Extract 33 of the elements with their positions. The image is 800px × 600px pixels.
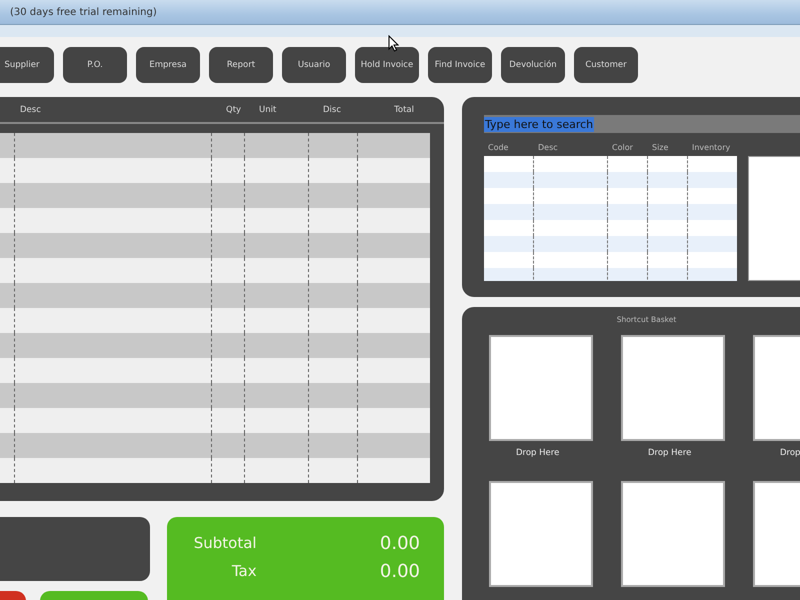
column-header: Size [651, 143, 670, 154]
toolbar-button[interactable]: Empresa [136, 47, 200, 83]
total-value: 0.00 [378, 560, 420, 582]
tile-label: Drop Here [516, 448, 560, 458]
column-header: Unit [258, 104, 278, 114]
cursor-icon [388, 35, 399, 52]
toolbar-button[interactable]: Customer [574, 47, 638, 83]
total-value: 0.00 [378, 532, 420, 554]
column-header: Qty [225, 104, 242, 114]
column-header: Color [611, 143, 634, 154]
drop-tile[interactable] [489, 335, 593, 441]
window-title: (30 days free trial remaining) [10, 6, 157, 18]
tile-label: Drop [780, 448, 800, 458]
column-header: Desc [19, 104, 42, 114]
column-header: Inventory [691, 143, 732, 154]
toolbar-button[interactable]: Supplier [0, 47, 54, 83]
search-field[interactable]: Type here to search [484, 115, 800, 133]
drop-tile[interactable] [621, 481, 725, 587]
total-label: Subtotal [192, 534, 257, 552]
drop-tile[interactable] [621, 335, 725, 441]
total-label: Tax [230, 562, 257, 580]
column-header: Disc [322, 104, 342, 114]
toolbar-button[interactable]: Report [209, 47, 273, 83]
toolbar-button[interactable]: P.O. [63, 47, 127, 83]
column-header: Desc [537, 143, 559, 154]
toolbar-button[interactable]: Hold Invoice [355, 47, 419, 83]
toolbar-button[interactable]: Usuario [282, 47, 346, 83]
toolbar-button[interactable]: Devolución [501, 47, 565, 83]
tile-label: Drop Here [648, 448, 692, 458]
drop-tile[interactable] [489, 481, 593, 587]
column-header: Total [393, 104, 415, 114]
toolbar-button[interactable]: Find Invoice [428, 47, 492, 83]
column-header: Code [487, 143, 510, 154]
